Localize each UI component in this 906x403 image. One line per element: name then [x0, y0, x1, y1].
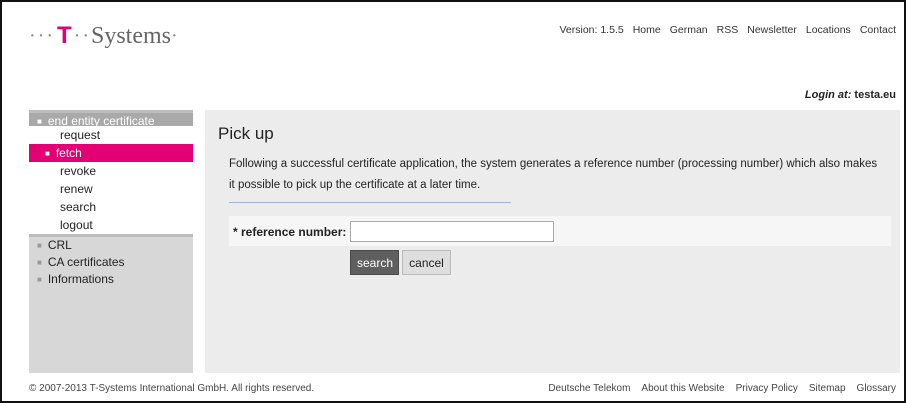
main-content: Pick up Following a successful certifica… [205, 110, 900, 373]
t-systems-logo[interactable]: ··· T ·· Systems · [29, 21, 180, 51]
sidebar-group-end-entity-certificate[interactable]: ■ end entity certificate [29, 110, 193, 128]
sidebar-item-search[interactable]: search [29, 198, 193, 216]
login-status: Login at: testa.eu [805, 89, 896, 101]
sidebar-item-informations[interactable]: ■ Informations [29, 271, 193, 288]
reference-number-input[interactable] [350, 221, 554, 242]
reference-number-label: * reference number: [233, 225, 347, 239]
sidebar-item-label: Informations [47, 272, 114, 286]
version-label: Version: 1.5.5 [559, 24, 624, 36]
browser-page: ··· T ·· Systems · Version: 1.5.5 Home G… [0, 0, 906, 403]
bullet-icon: ■ [37, 117, 42, 126]
logo-dot-right: · [171, 24, 180, 47]
sidebar-item-ca-certificates[interactable]: ■ CA certificates [29, 254, 193, 271]
bullet-icon: ■ [37, 241, 42, 250]
top-navigation: Version: 1.5.5 Home German RSS Newslette… [559, 24, 896, 36]
nav-rss-link[interactable]: RSS [717, 24, 739, 36]
logo-dots-mid: ·· [73, 24, 91, 47]
sidebar-item-revoke[interactable]: revoke [29, 162, 193, 180]
logo-dots-left: ··· [29, 24, 55, 47]
footer-link-deutsche-telekom[interactable]: Deutsche Telekom [548, 383, 630, 394]
footer-links: Deutsche Telekom About this Website Priv… [548, 383, 896, 394]
sidebar-item-label: fetch [55, 146, 82, 160]
logo-text: Systems [90, 22, 171, 49]
copyright-text: © 2007-2013 T-Systems International GmbH… [29, 383, 315, 394]
footer-link-privacy-policy[interactable]: Privacy Policy [736, 383, 798, 394]
bullet-icon: ■ [37, 275, 42, 284]
intro-text: Following a successful certificate appli… [229, 158, 878, 191]
footer-link-glossary[interactable]: Glossary [857, 383, 896, 394]
sidebar-item-renew[interactable]: renew [29, 180, 193, 198]
footer-link-about[interactable]: About this Website [641, 383, 724, 394]
nav-locations-link[interactable]: Locations [806, 24, 851, 36]
search-button[interactable]: search [350, 250, 399, 275]
sidebar-item-crl[interactable]: ■ CRL [29, 237, 193, 254]
sidebar-item-fetch[interactable]: ■ fetch [29, 144, 193, 162]
nav-german-link[interactable]: German [670, 24, 708, 36]
cancel-button[interactable]: cancel [402, 250, 451, 275]
bullet-icon: ■ [45, 149, 50, 158]
logo-t-mark: T [56, 22, 72, 49]
footer-link-sitemap[interactable]: Sitemap [809, 383, 846, 394]
sidebar-submenu: request ■ fetch revoke renew search logou… [29, 126, 193, 234]
login-label: Login at: [804, 89, 852, 101]
bullet-icon: ■ [37, 258, 42, 267]
login-value: testa.eu [854, 89, 896, 101]
sidebar: ■ end entity certificate request ■ fetch r… [29, 110, 193, 373]
nav-contact-link[interactable]: Contact [860, 24, 896, 36]
content-divider [229, 202, 511, 203]
reference-number-row: * reference number: [229, 216, 891, 246]
nav-newsletter-link[interactable]: Newsletter [747, 24, 797, 36]
sidebar-item-logout[interactable]: logout [29, 216, 193, 234]
page-title: Pick up [218, 124, 274, 143]
sidebar-item-label: CRL [47, 238, 72, 252]
nav-home-link[interactable]: Home [633, 24, 661, 36]
sidebar-item-label: CA certificates [47, 255, 125, 269]
